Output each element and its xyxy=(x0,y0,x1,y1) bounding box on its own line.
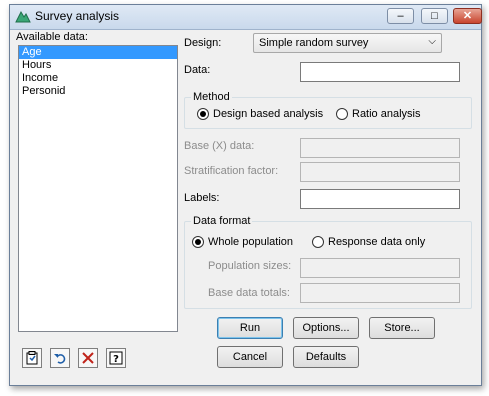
help-button[interactable]: ? xyxy=(106,348,126,368)
method-group-title: Method xyxy=(191,91,232,103)
available-data-label: Available data: xyxy=(16,31,88,43)
undo-button[interactable] xyxy=(50,348,70,368)
whole-population-label[interactable]: Whole population xyxy=(208,236,293,248)
ratio-analysis-radio[interactable] xyxy=(336,108,348,120)
cancel-button[interactable]: Cancel xyxy=(217,346,283,368)
list-item[interactable]: Age xyxy=(19,46,177,59)
options-button[interactable]: Options... xyxy=(293,317,359,339)
clipboard-icon xyxy=(26,351,38,365)
run-button[interactable]: Run xyxy=(217,317,283,339)
design-label: Design: xyxy=(184,37,222,49)
clipboard-button[interactable] xyxy=(22,348,42,368)
minimize-icon: ‒ xyxy=(397,10,404,22)
list-item[interactable]: Personid xyxy=(19,85,177,98)
survey-analysis-dialog: Survey analysis ‒ □ ✕ Available data: Ag… xyxy=(9,4,482,386)
design-based-radio[interactable] xyxy=(197,108,209,120)
app-icon xyxy=(15,10,31,23)
response-data-radio[interactable] xyxy=(312,236,324,248)
design-select[interactable]: Simple random survey ⌵ xyxy=(253,33,442,53)
chevron-down-icon: ⌵ xyxy=(428,36,436,47)
svg-text:?: ? xyxy=(113,354,119,365)
maximize-icon: □ xyxy=(431,10,438,22)
list-item[interactable]: Income xyxy=(19,72,177,85)
help-icon: ? xyxy=(109,351,123,365)
undo-icon xyxy=(54,354,66,364)
maximize-button[interactable]: □ xyxy=(421,8,448,24)
data-format-group-title: Data format xyxy=(191,215,253,227)
base-data-label: Base (X) data: xyxy=(184,140,255,152)
base-data-totals-label: Base data totals: xyxy=(208,287,290,299)
data-field[interactable] xyxy=(300,62,460,82)
available-data-list[interactable]: Age Hours Income Personid xyxy=(18,45,178,332)
design-value: Simple random survey xyxy=(259,37,369,49)
whole-population-radio[interactable] xyxy=(192,236,204,248)
population-sizes-field[interactable] xyxy=(300,258,460,278)
ratio-analysis-label[interactable]: Ratio analysis xyxy=(352,108,420,120)
clear-icon xyxy=(82,352,94,364)
design-based-label[interactable]: Design based analysis xyxy=(213,108,323,120)
minimize-button[interactable]: ‒ xyxy=(387,8,414,24)
population-sizes-label: Population sizes: xyxy=(208,260,292,272)
data-label: Data: xyxy=(184,64,211,76)
stratification-label: Stratification factor: xyxy=(184,165,279,177)
base-data-totals-field[interactable] xyxy=(300,283,460,303)
defaults-button[interactable]: Defaults xyxy=(293,346,359,368)
list-item[interactable]: Hours xyxy=(19,59,177,72)
window-title: Survey analysis xyxy=(35,9,120,23)
response-data-label[interactable]: Response data only xyxy=(328,236,425,248)
base-data-field[interactable] xyxy=(300,138,460,158)
labels-field[interactable] xyxy=(300,189,460,209)
title-bar[interactable]: Survey analysis ‒ □ ✕ xyxy=(10,5,482,30)
store-button[interactable]: Store... xyxy=(369,317,435,339)
close-button[interactable]: ✕ xyxy=(453,8,482,24)
clear-button[interactable] xyxy=(78,348,98,368)
labels-label: Labels: xyxy=(184,192,220,204)
stratification-field[interactable] xyxy=(300,162,460,182)
close-icon: ✕ xyxy=(462,10,473,22)
